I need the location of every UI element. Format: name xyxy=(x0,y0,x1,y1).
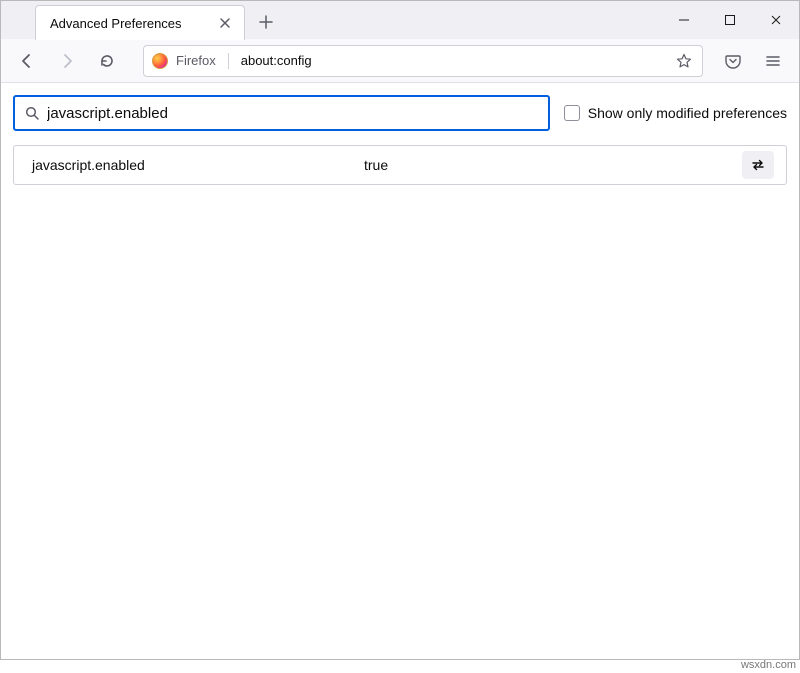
back-button[interactable] xyxy=(11,45,43,77)
address-separator xyxy=(228,53,229,69)
navigation-toolbar: Firefox about:config xyxy=(1,39,799,83)
window-controls xyxy=(661,1,799,39)
reload-button[interactable] xyxy=(91,45,123,77)
new-tab-button[interactable] xyxy=(251,7,281,37)
bookmark-star-icon[interactable] xyxy=(672,49,696,73)
maximize-button[interactable] xyxy=(707,1,753,39)
forward-button[interactable] xyxy=(51,45,83,77)
close-window-button[interactable] xyxy=(753,1,799,39)
pref-value: true xyxy=(364,157,730,173)
tab-advanced-preferences[interactable]: Advanced Preferences xyxy=(35,5,245,40)
tab-title: Advanced Preferences xyxy=(50,16,206,31)
browser-window: Advanced Preferences xyxy=(0,0,800,660)
pref-search-box[interactable] xyxy=(13,95,550,131)
firefox-logo-icon xyxy=(152,53,168,69)
show-only-modified-toggle[interactable]: Show only modified preferences xyxy=(564,105,787,121)
watermark: wsxdn.com xyxy=(741,659,796,671)
pref-name: javascript.enabled xyxy=(32,157,352,173)
pref-search-input[interactable] xyxy=(47,105,538,122)
toggle-pref-button[interactable] xyxy=(742,151,774,179)
address-brand-label: Firefox xyxy=(176,53,216,68)
checkbox-icon xyxy=(564,105,580,121)
search-row: Show only modified preferences xyxy=(13,95,787,131)
address-bar[interactable]: Firefox about:config xyxy=(143,45,703,77)
close-tab-icon[interactable] xyxy=(216,14,234,32)
show-only-modified-label: Show only modified preferences xyxy=(588,105,787,121)
pref-results: javascript.enabled true xyxy=(13,145,787,185)
pref-row[interactable]: javascript.enabled true xyxy=(14,146,786,184)
pocket-button[interactable] xyxy=(717,45,749,77)
search-icon xyxy=(25,106,39,120)
tab-strip: Advanced Preferences xyxy=(1,1,799,39)
minimize-button[interactable] xyxy=(661,1,707,39)
app-menu-button[interactable] xyxy=(757,45,789,77)
page-content: Show only modified preferences javascrip… xyxy=(1,83,799,659)
address-url: about:config xyxy=(241,53,664,68)
swap-icon xyxy=(750,157,766,173)
